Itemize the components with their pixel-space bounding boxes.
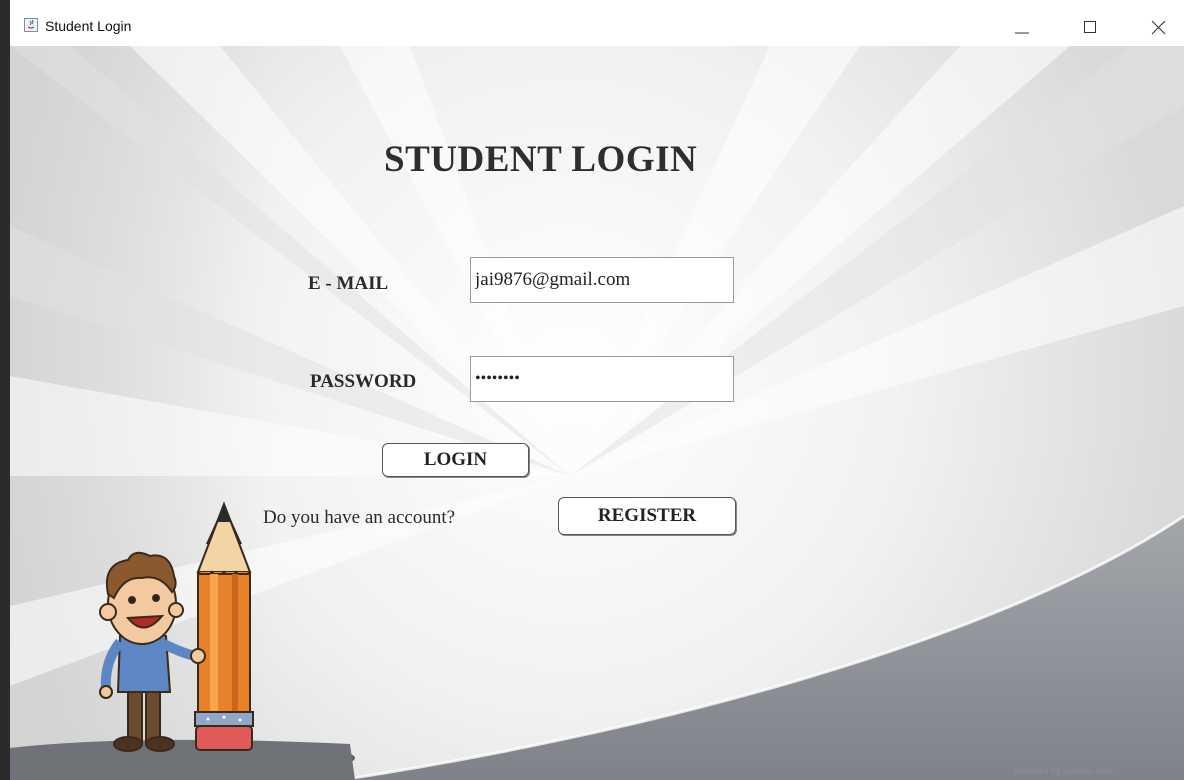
title-bar[interactable]: Student Login (10, 0, 1184, 46)
watermark: powered by pxlbeck.com (1014, 766, 1114, 776)
minimize-icon (1015, 32, 1029, 34)
window-left-edge (0, 0, 10, 780)
close-icon (1151, 20, 1166, 35)
password-field[interactable] (470, 356, 734, 402)
email-label: E - MAIL (308, 273, 389, 294)
window-title: Student Login (45, 18, 132, 34)
register-button[interactable]: REGISTER (558, 497, 736, 535)
maximize-button[interactable] (1069, 12, 1113, 42)
minimize-button[interactable] (1001, 12, 1045, 42)
java-app-icon (24, 18, 38, 32)
maximize-icon (1084, 21, 1096, 33)
student-pencil-illustration (10, 501, 355, 780)
login-button[interactable]: LOGIN (382, 443, 529, 477)
page-title: STUDENT LOGIN (384, 139, 698, 180)
login-panel: STUDENT LOGIN E - MAIL PASSWORD LOGIN Do… (10, 46, 1184, 780)
email-field[interactable] (470, 257, 734, 303)
password-label: PASSWORD (310, 371, 417, 392)
close-button[interactable] (1137, 12, 1181, 42)
